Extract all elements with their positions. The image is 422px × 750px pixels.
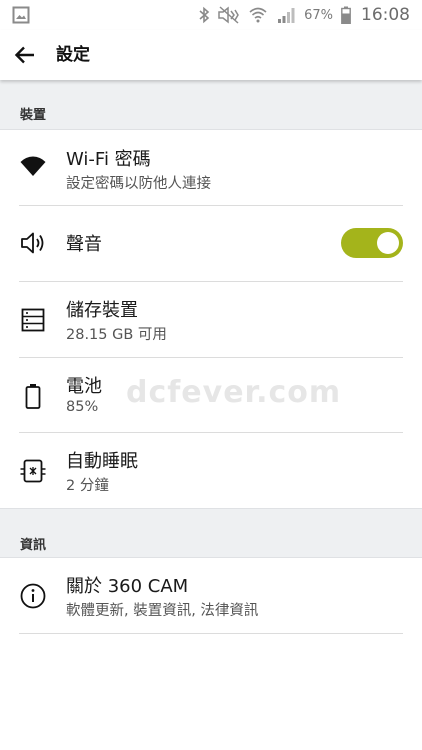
section-header-label: 資訊 <box>20 538 47 553</box>
wifi-icon <box>19 152 47 180</box>
mute-icon <box>218 6 240 24</box>
status-bar: 67% 16:08 <box>0 0 422 30</box>
sleep-icon <box>19 457 47 485</box>
speaker-icon <box>19 229 47 257</box>
list-item-battery[interactable]: 電池 85% <box>0 358 422 433</box>
item-title: 電池 <box>66 376 102 397</box>
app-bar: 設定 <box>0 30 422 80</box>
item-subtitle: 設定密碼以防他人連接 <box>66 176 211 192</box>
battery-icon <box>19 382 47 410</box>
arrow-left-icon[interactable] <box>12 42 38 68</box>
divider <box>19 633 403 634</box>
list-item-sound[interactable]: 聲音 <box>0 206 422 281</box>
toggle-knob <box>377 232 399 254</box>
sound-toggle[interactable] <box>341 228 403 258</box>
item-title: 關於 360 CAM <box>66 576 189 597</box>
bluetooth-icon <box>198 6 210 24</box>
battery-status-icon <box>341 6 351 24</box>
section-header-device: 裝置 <box>0 80 422 130</box>
item-subtitle: 軟體更新, 裝置資訊, 法律資訊 <box>66 603 259 619</box>
list-item-wifi-password[interactable]: Wi-Fi 密碼 設定密碼以防他人連接 <box>0 130 422 206</box>
storage-icon <box>19 306 47 334</box>
section-header-info: 資訊 <box>0 508 422 558</box>
info-icon <box>19 582 47 610</box>
item-title: 聲音 <box>66 234 102 255</box>
page-title: 設定 <box>56 45 90 65</box>
list-item-storage[interactable]: 儲存裝置 28.15 GB 可用 <box>0 282 422 357</box>
item-subtitle: 2 分鐘 <box>66 478 109 494</box>
item-subtitle: 85% <box>66 399 99 415</box>
clock: 16:08 <box>361 5 410 25</box>
list-item-auto-sleep[interactable]: 自動睡眠 2 分鐘 <box>0 433 422 508</box>
item-title: 儲存裝置 <box>66 300 138 321</box>
item-title: Wi-Fi 密碼 <box>66 149 151 170</box>
signal-icon <box>276 6 296 24</box>
wifi-status-icon <box>248 6 268 24</box>
list-item-about[interactable]: 關於 360 CAM 軟體更新, 裝置資訊, 法律資訊 <box>0 558 422 633</box>
item-title: 自動睡眠 <box>66 451 138 472</box>
item-subtitle: 28.15 GB 可用 <box>66 327 167 343</box>
gallery-notification-icon <box>12 6 30 24</box>
battery-percent: 67% <box>304 7 333 23</box>
section-header-label: 裝置 <box>20 108 47 123</box>
